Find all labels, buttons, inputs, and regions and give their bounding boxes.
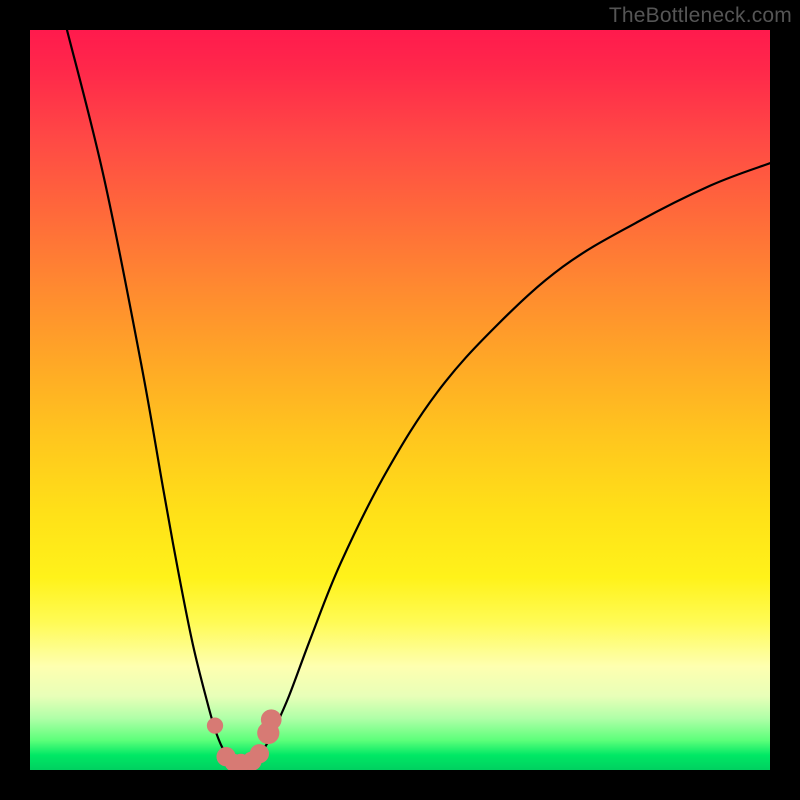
watermark-text: TheBottleneck.com — [609, 4, 792, 28]
curve-marker — [250, 744, 269, 763]
plot-area — [30, 30, 770, 770]
curve-marker — [261, 709, 282, 730]
chart-frame: TheBottleneck.com — [0, 0, 800, 800]
curve-layer — [30, 30, 770, 770]
bottleneck-curve — [67, 30, 770, 765]
curve-marker — [207, 717, 223, 733]
